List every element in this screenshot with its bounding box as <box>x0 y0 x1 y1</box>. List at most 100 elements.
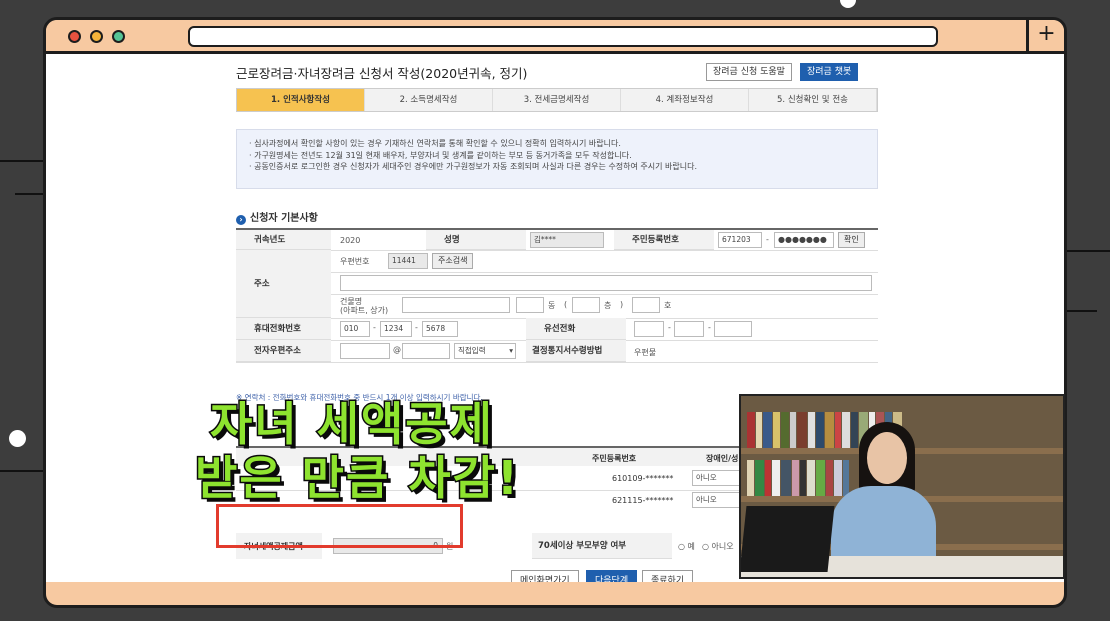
email-label: 전자우편주소 <box>236 340 331 362</box>
presenter-video-inset <box>739 394 1065 579</box>
family-row-disabled-select[interactable]: 아니오 <box>692 492 742 508</box>
close-button[interactable]: 종료하기 <box>642 570 694 582</box>
section-title-text: 신청자 기본사항 <box>250 213 318 224</box>
address-field[interactable] <box>340 275 872 291</box>
floor-field[interactable] <box>572 297 600 313</box>
email-domain-select[interactable]: 직접입력 ▾ <box>454 343 516 359</box>
step-5[interactable]: 5. 신청확인 및 전송 <box>749 89 877 111</box>
rrn-label: 주민등록번호 <box>614 230 714 250</box>
dash: - <box>708 323 711 332</box>
dong-field[interactable] <box>516 297 544 313</box>
building-label: 건물명 (아파트, 상가) <box>340 297 388 315</box>
parent-no-radio[interactable]: ○ 아니오 <box>702 541 734 552</box>
address-bar[interactable] <box>188 26 938 47</box>
rrn-back-field[interactable]: ●●●●●●● <box>774 232 834 248</box>
decor-dot <box>9 430 26 447</box>
phone-3-field[interactable] <box>714 321 752 337</box>
main-page-button[interactable]: 메인화면가기 <box>511 570 579 582</box>
name-label: 성명 <box>426 230 526 250</box>
email-at: @ <box>393 345 401 354</box>
notice-line: · 심사과정에서 확인할 사항이 있는 경우 기재하신 연락처를 통해 확인할 … <box>249 139 621 148</box>
browser-titlebar: + <box>46 20 1064 54</box>
notice-box: · 심사과정에서 확인할 사항이 있는 경우 기재하신 연락처를 통해 확인할 … <box>236 129 878 189</box>
highlight-box <box>216 504 463 548</box>
caption-line-2: 받은 만큼 차감! <box>194 450 520 507</box>
year-value: 2020 <box>340 236 361 245</box>
step-1[interactable]: 1. 인적사항작성 <box>237 89 365 111</box>
decor-line <box>0 160 43 162</box>
row-divider <box>236 362 878 363</box>
chevron-down-icon: ▾ <box>509 346 513 355</box>
new-tab-plus-icon[interactable]: + <box>1026 20 1064 51</box>
dash: - <box>415 323 418 332</box>
mobile-label: 휴대전화번호 <box>236 318 331 340</box>
row-divider <box>331 294 878 295</box>
minimize-dot-icon[interactable] <box>90 30 103 43</box>
notice-line: · 가구원명세는 전년도 12월 31일 현재 배우자, 부양자녀 및 생계를 … <box>249 150 632 160</box>
year-label: 귀속년도 <box>236 230 331 250</box>
applicant-form: 귀속년도 2020 성명 김**** 주민등록번호 671203 - ●●●●●… <box>236 228 878 390</box>
step-2[interactable]: 2. 소득명세작성 <box>365 89 493 111</box>
email-id-field[interactable] <box>340 343 390 359</box>
decor-line <box>15 193 43 195</box>
parent-yes-radio[interactable]: ○ 예 <box>678 541 695 552</box>
next-step-button[interactable]: 다음단계 <box>586 570 638 582</box>
notify-label: 결정통지서수령방법 <box>526 340 626 362</box>
ho-field[interactable] <box>632 297 660 313</box>
building-label-sub: (아파트, 상가) <box>340 306 389 315</box>
mobile-2-field[interactable]: 1234 <box>380 321 412 337</box>
parent-no-label: 아니오 <box>711 542 734 551</box>
postal-field[interactable]: 11441 <box>388 253 428 269</box>
step-4[interactable]: 4. 계좌정보작성 <box>621 89 749 111</box>
phone-label: 유선전화 <box>526 318 626 340</box>
maximize-dot-icon[interactable] <box>112 30 125 43</box>
address-search-button[interactable]: 주소검색 <box>432 253 474 269</box>
postal-label: 우편번호 <box>340 257 370 266</box>
floor-label: 층 <box>604 301 612 310</box>
mobile-3-field[interactable]: 5678 <box>422 321 458 337</box>
family-row-rrn: 610109-******* <box>612 474 674 483</box>
parent-support-label: 70세이상 부모부양 여부 <box>532 533 672 559</box>
decor-line <box>1067 250 1110 252</box>
help-button[interactable]: 장려금 신청 도움말 <box>706 63 792 81</box>
decor-line <box>0 470 43 472</box>
section-title: › 신청자 기본사항 <box>236 209 318 225</box>
section-bullet-icon: › <box>236 215 246 225</box>
presenter-face <box>867 432 907 484</box>
dash: - <box>668 323 671 332</box>
phone-2-field[interactable] <box>674 321 704 337</box>
rrn-dash: - <box>766 235 769 244</box>
notice-line: · 공동인증서로 로그인한 경우 신청자가 세대주인 경우에만 가구원정보가 자… <box>249 162 698 171</box>
dash: - <box>373 323 376 332</box>
header-rrn: 주민등록번호 <box>592 454 637 463</box>
dong-label: 동 <box>548 301 556 310</box>
decor-dot <box>840 0 856 8</box>
row-divider <box>331 272 878 273</box>
building-field[interactable] <box>402 297 510 313</box>
email-domain-select-value: 직접입력 <box>458 346 486 355</box>
notify-value: 우편물 <box>634 348 657 357</box>
phone-1-field[interactable] <box>634 321 664 337</box>
name-field[interactable]: 김**** <box>530 232 604 248</box>
close-dot-icon[interactable] <box>68 30 81 43</box>
building-label-text: 건물명 <box>340 297 363 306</box>
parent-yes-label: 예 <box>687 542 695 551</box>
laptop <box>741 506 835 572</box>
mobile-1-field[interactable]: 010 <box>340 321 370 337</box>
decor-line <box>1067 310 1097 312</box>
paren-open: ( <box>564 300 568 309</box>
rrn-confirm-button[interactable]: 확인 <box>838 232 865 248</box>
ho-label: 호 <box>664 301 672 310</box>
step-3[interactable]: 3. 전세금명세작성 <box>493 89 621 111</box>
chatbot-button[interactable]: 장려금 챗봇 <box>800 63 859 81</box>
address-label: 주소 <box>236 250 331 318</box>
family-row-disabled-select[interactable]: 아니오 <box>692 470 742 486</box>
row-divider <box>236 250 878 251</box>
paren-close: ) <box>620 300 624 309</box>
rrn-front-field[interactable]: 671203 <box>718 232 762 248</box>
email-domain-field[interactable] <box>402 343 450 359</box>
header-disabled: 장애인/성 <box>706 454 739 463</box>
step-progress: 1. 인적사항작성 2. 소득명세작성 3. 전세금명세작성 4. 계좌정보작성… <box>236 88 878 112</box>
page-title: 근로장려금·자녀장려금 신청서 작성(2020년귀속, 정기) <box>236 66 528 81</box>
family-row-rrn: 621115-******* <box>612 496 674 505</box>
